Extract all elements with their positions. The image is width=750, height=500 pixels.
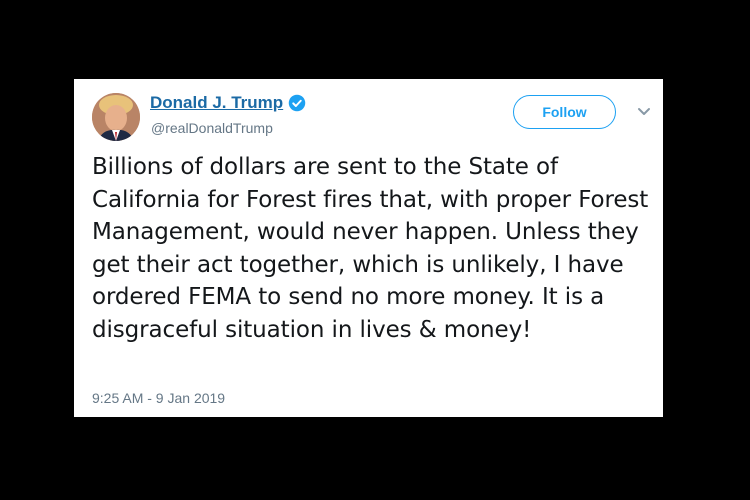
profile-photo-icon <box>92 93 140 141</box>
verified-badge-icon <box>288 94 306 112</box>
tweet-card: Donald J. Trump @realDonaldTrump Follow … <box>74 79 663 417</box>
tweet-timestamp[interactable]: 9:25 AM - 9 Jan 2019 <box>92 390 225 406</box>
avatar[interactable] <box>92 93 140 141</box>
author-name-row: Donald J. Trump <box>150 93 306 113</box>
tweet-text: Billions of dollars are sent to the Stat… <box>92 154 649 343</box>
follow-button[interactable]: Follow <box>513 95 616 129</box>
author-display-name[interactable]: Donald J. Trump <box>150 93 283 113</box>
author-handle[interactable]: @realDonaldTrump <box>151 120 273 136</box>
chevron-down-icon[interactable] <box>637 107 651 117</box>
